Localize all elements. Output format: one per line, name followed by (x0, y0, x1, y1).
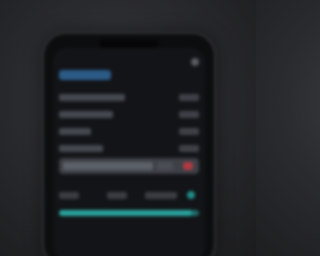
progress-fill (59, 210, 192, 216)
header-badge[interactable] (59, 70, 111, 80)
row-value (179, 128, 199, 135)
footer-bar (59, 190, 199, 202)
footer-item-left[interactable] (59, 192, 79, 199)
status-dot-icon[interactable] (187, 191, 195, 199)
list-row[interactable] (59, 126, 199, 138)
toolbar-label (63, 162, 153, 170)
settings-list (59, 92, 199, 160)
blurred-scene (0, 0, 256, 256)
phone-screen (53, 48, 205, 256)
row-label (59, 145, 103, 152)
progress-bar (59, 210, 199, 216)
row-label (59, 94, 125, 101)
status-bar (53, 48, 205, 66)
row-value (179, 145, 199, 152)
toolbar-button[interactable] (157, 162, 173, 170)
footer-item-right[interactable] (145, 192, 177, 199)
action-toolbar[interactable] (59, 158, 199, 174)
row-value (179, 111, 199, 118)
row-label (59, 128, 91, 135)
phone-device (44, 34, 214, 256)
list-row[interactable] (59, 143, 199, 155)
footer-item-middle[interactable] (107, 192, 127, 199)
list-row[interactable] (59, 92, 199, 104)
row-value (179, 94, 199, 101)
list-row[interactable] (59, 109, 199, 121)
alert-icon[interactable] (183, 162, 193, 170)
status-icon (191, 58, 199, 66)
row-label (59, 111, 113, 118)
